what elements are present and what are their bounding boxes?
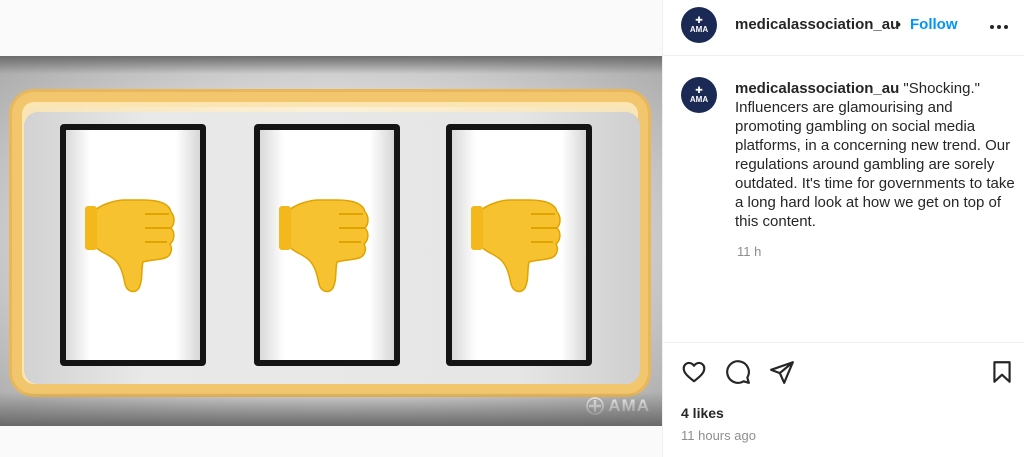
thumbs-down-emoji — [85, 199, 175, 293]
post-panel: ✚ AMA medicalassociation_au • Follow ✚ A… — [662, 0, 1024, 457]
ama-cross-icon: ✚ — [695, 85, 703, 95]
ama-watermark: AMA — [586, 396, 650, 416]
slot-reel-3 — [446, 124, 592, 366]
media-column: AMA — [0, 0, 662, 457]
ama-watermark-text: AMA — [608, 396, 650, 415]
thumbs-down-emoji — [279, 199, 369, 293]
posted-time[interactable]: 11 hours ago — [681, 428, 756, 443]
bookmark-icon[interactable] — [989, 359, 1015, 385]
separator-dot: • — [896, 16, 901, 32]
caption-text: "Shocking." Influencers are glamourising… — [735, 80, 1015, 230]
post-header: ✚ AMA medicalassociation_au • Follow — [663, 0, 1024, 56]
caption-avatar[interactable]: ✚ AMA — [681, 77, 717, 113]
slot-reel-1 — [60, 124, 206, 366]
avatar[interactable]: ✚ AMA — [681, 7, 717, 43]
avatar-text: AMA — [689, 25, 709, 34]
follow-button[interactable]: Follow — [910, 16, 958, 33]
more-options-icon[interactable] — [987, 15, 1011, 39]
post-caption: medicalassociation_au "Shocking." Influe… — [735, 79, 1015, 231]
username-link[interactable]: medicalassociation_au — [735, 16, 899, 33]
heart-icon[interactable] — [681, 359, 707, 385]
caption-username-link[interactable]: medicalassociation_au — [735, 80, 899, 97]
avatar-text: AMA — [689, 95, 709, 104]
post-image[interactable]: AMA — [0, 56, 662, 426]
share-icon[interactable] — [769, 359, 795, 385]
thumbs-down-emoji — [471, 199, 561, 293]
ama-cross-icon: ✚ — [695, 15, 703, 25]
comment-icon[interactable] — [725, 359, 751, 385]
post-actions: 4 likes 11 hours ago — [663, 342, 1024, 456]
slot-reel-2 — [254, 124, 400, 366]
likes-count[interactable]: 4 likes — [681, 405, 724, 421]
caption-timestamp[interactable]: 11 h — [737, 244, 761, 259]
ama-cross-logo-icon — [586, 397, 605, 415]
